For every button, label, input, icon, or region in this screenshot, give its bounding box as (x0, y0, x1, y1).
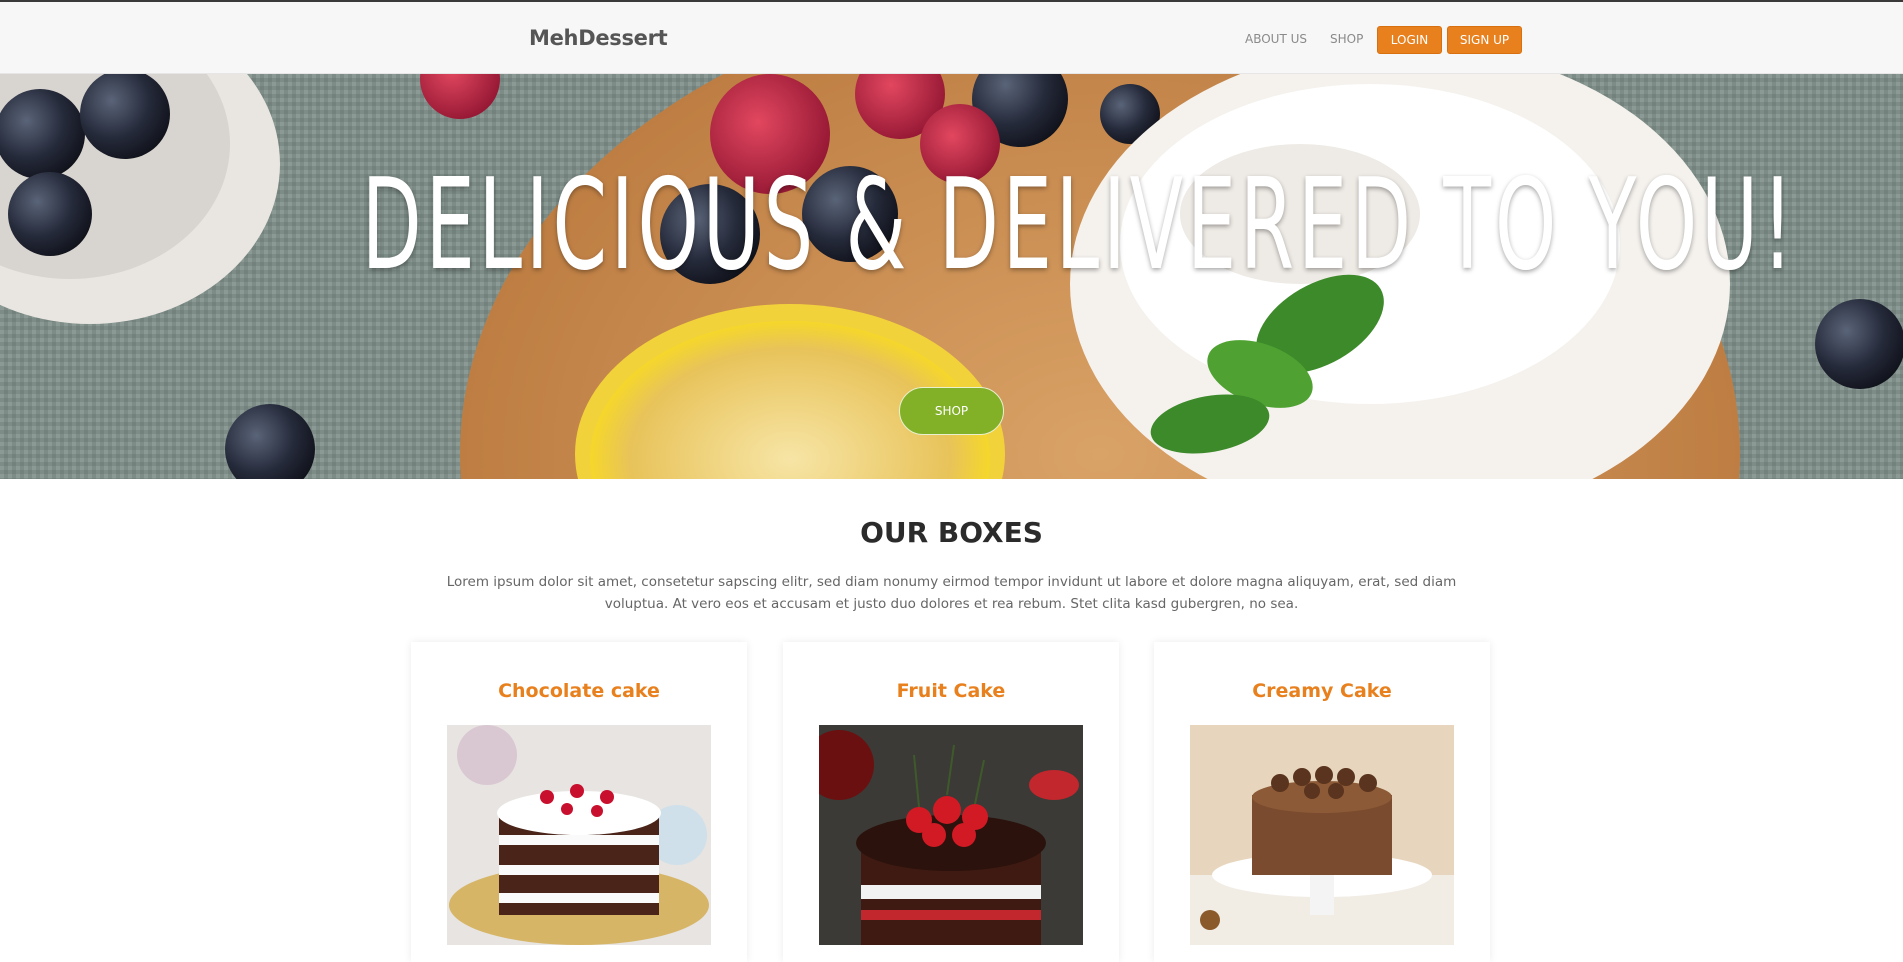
hero-shop-button[interactable]: SHOP (899, 387, 1004, 435)
login-button[interactable]: LOGIN (1377, 26, 1442, 54)
fruit-cake-image[interactable] (819, 725, 1083, 945)
navbar: MehDessert ABOUT US SHOP LOGIN SIGN UP (0, 2, 1903, 74)
section-title: OUR BOXES (860, 516, 1043, 549)
card-title[interactable]: Chocolate cake (411, 680, 747, 702)
hero-title: DELICIOUS & DELIVERED TO YOU! (361, 151, 1797, 298)
signup-button[interactable]: SIGN UP (1447, 26, 1522, 54)
nav-link-shop[interactable]: SHOP (1330, 32, 1363, 46)
product-card-creamy-cake[interactable]: Creamy Cake (1154, 642, 1490, 962)
card-title[interactable]: Fruit Cake (783, 680, 1119, 702)
product-card-chocolate-cake[interactable]: Chocolate cake (411, 642, 747, 962)
brand-logo[interactable]: MehDessert (529, 26, 668, 50)
hero-banner: DELICIOUS & DELIVERED TO YOU! SHOP (0, 74, 1903, 479)
section-description: Lorem ipsum dolor sit amet, consetetur s… (446, 574, 1457, 612)
chocolate-cake-image[interactable] (447, 725, 711, 945)
nav-link-about-us[interactable]: ABOUT US (1245, 32, 1307, 46)
product-card-fruit-cake[interactable]: Fruit Cake (783, 642, 1119, 962)
creamy-cake-image[interactable] (1190, 725, 1454, 945)
card-title[interactable]: Creamy Cake (1154, 680, 1490, 702)
